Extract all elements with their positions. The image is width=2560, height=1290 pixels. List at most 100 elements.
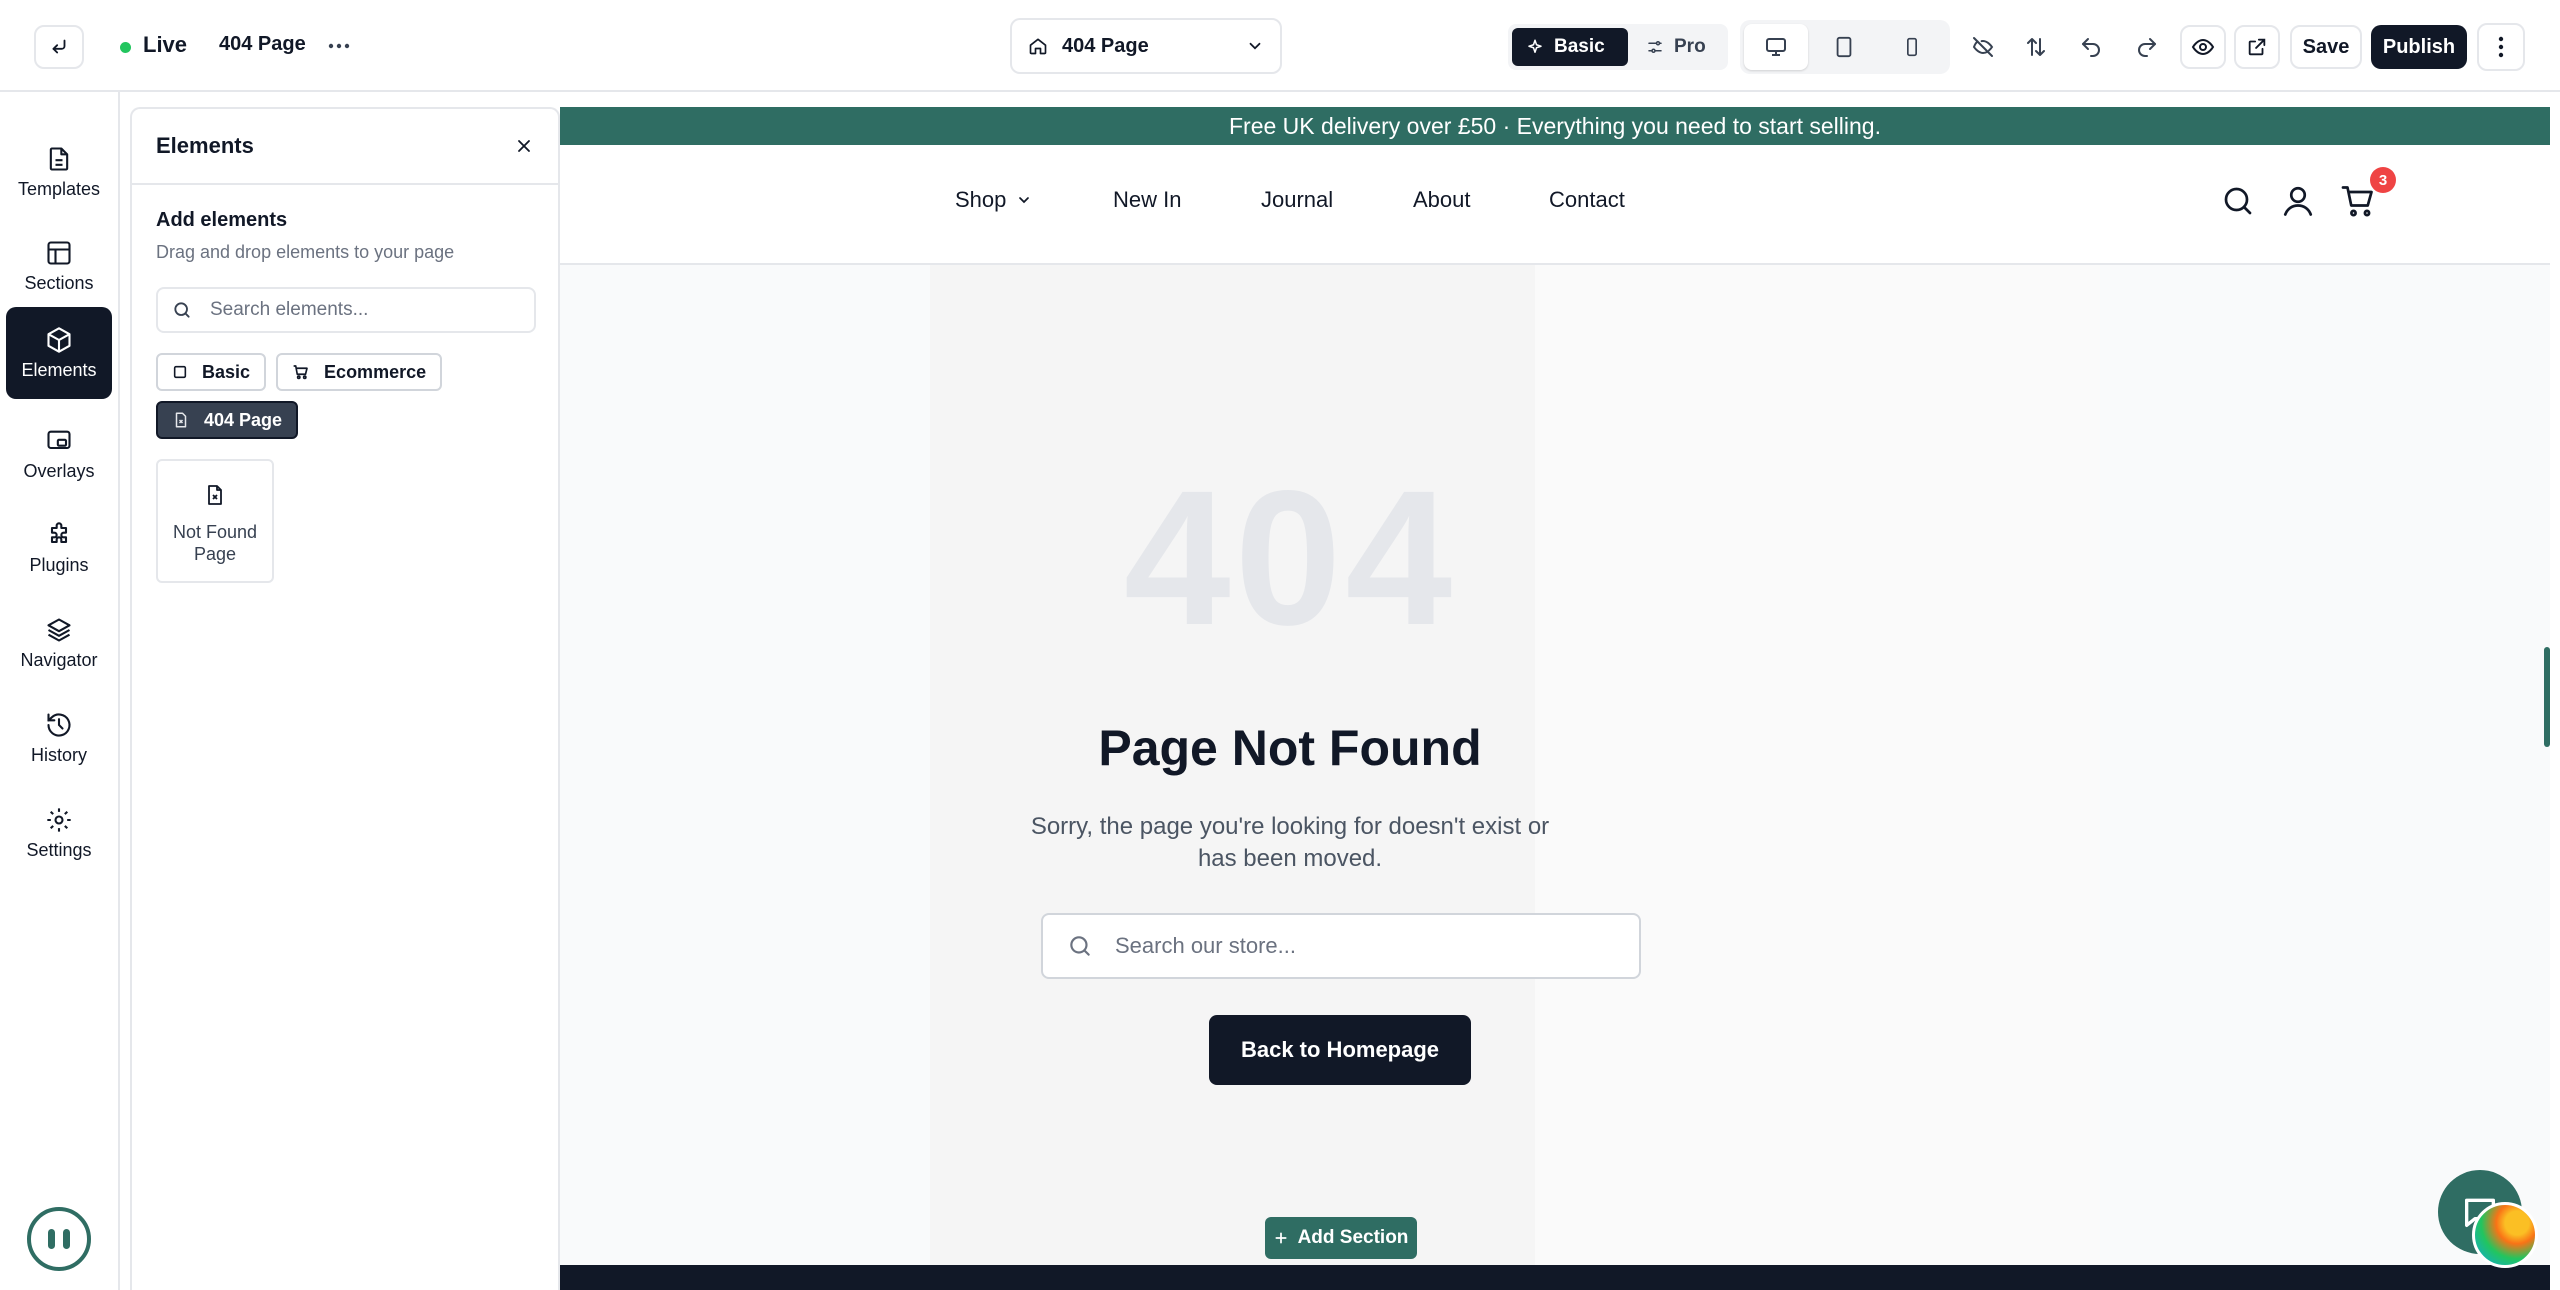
- undo-button[interactable]: [2074, 30, 2108, 64]
- canvas-scrollbar[interactable]: [2544, 647, 2550, 747]
- editor-toolbar: Live 404 Page 404 Page Basic Pro Save Pu…: [0, 0, 2560, 92]
- not-found-subtitle: Sorry, the page you're looking for doesn…: [1030, 813, 1550, 872]
- cube-icon: [47, 326, 71, 353]
- current-page-name: 404 Page: [219, 33, 306, 55]
- sidebar-item-elements[interactable]: Elements: [6, 307, 112, 399]
- sidebar-item-navigator[interactable]: Navigator: [6, 597, 112, 689]
- chip-label: 404 Page: [204, 409, 283, 430]
- element-card-label: Not Found Page: [172, 522, 258, 564]
- sidebar-item-label: Elements: [21, 359, 97, 380]
- store-nav: Shop New In Journal About Contact: [955, 187, 1625, 213]
- page-more-button[interactable]: [326, 32, 352, 60]
- square-icon: [173, 365, 187, 379]
- cart-icon: [2341, 186, 2373, 217]
- preview-button[interactable]: [2180, 25, 2226, 69]
- page-selector-label: 404 Page: [1062, 34, 1149, 57]
- more-vertical-icon: [2498, 36, 2504, 58]
- add-elements-subtitle: Drag and drop elements to your page: [156, 242, 455, 262]
- nav-link-new-in[interactable]: New In: [1113, 187, 1261, 213]
- category-chip-ecommerce[interactable]: Ecommerce: [276, 353, 443, 391]
- assistant-bot-button[interactable]: [27, 1207, 91, 1271]
- nav-link-label: Shop: [955, 187, 1007, 212]
- redo-button[interactable]: [2130, 30, 2164, 64]
- nav-link-contact[interactable]: Contact: [1549, 187, 1625, 213]
- search-icon: [174, 302, 190, 318]
- save-button[interactable]: Save: [2290, 25, 2362, 69]
- header-icons: 3: [2220, 167, 2396, 219]
- mobile-view-button[interactable]: [1880, 24, 1944, 70]
- sidebar-item-history[interactable]: History: [6, 692, 112, 784]
- mode-basic-button[interactable]: Basic: [1512, 28, 1628, 66]
- account-icon[interactable]: [2280, 183, 2316, 219]
- file-icon: [49, 146, 69, 171]
- mode-pro-button[interactable]: Pro: [1632, 28, 1724, 66]
- hide-elements-button[interactable]: [1966, 30, 2000, 64]
- plus-icon: [1275, 1232, 1287, 1244]
- sidebar-item-overlays[interactable]: Overlays: [6, 408, 112, 500]
- reorder-button[interactable]: [2019, 30, 2053, 64]
- home-icon: [1029, 38, 1047, 55]
- puzzle-icon: [50, 521, 68, 543]
- open-live-button[interactable]: [2234, 25, 2280, 69]
- live-status-dot: [120, 42, 131, 53]
- hero-background-right: [1535, 265, 2100, 1290]
- add-section-label: Add Section: [1297, 1227, 1409, 1248]
- sidebar-item-sections[interactable]: Sections: [6, 220, 112, 312]
- elements-search-input[interactable]: Search elements...: [156, 287, 536, 333]
- nav-link-journal[interactable]: Journal: [1261, 187, 1413, 213]
- back-to-homepage-button[interactable]: Back to Homepage: [1209, 1015, 1471, 1085]
- chevron-down-icon: [1019, 197, 1030, 204]
- more-horizontal-icon: [328, 43, 350, 49]
- nav-link-about[interactable]: About: [1413, 187, 1549, 213]
- layout-icon: [47, 240, 71, 265]
- desktop-view-button[interactable]: [1744, 24, 1808, 70]
- bot-eye: [48, 1229, 55, 1249]
- live-status-label: Live: [143, 32, 188, 57]
- publish-button[interactable]: Publish: [2371, 25, 2467, 69]
- store-header: Shop New In Journal About Contact 3: [560, 145, 2550, 265]
- error-code: 404: [1123, 450, 1457, 665]
- sidebar-item-plugins[interactable]: Plugins: [6, 502, 112, 594]
- tablet-view-button[interactable]: [1812, 24, 1876, 70]
- file-x-icon: [208, 485, 222, 505]
- search-icon[interactable]: [2220, 183, 2256, 219]
- eye-icon: [2191, 38, 2215, 56]
- sidebar-item-label: Settings: [26, 839, 92, 860]
- sidebar-item-label: History: [30, 744, 87, 765]
- editor-menu-button[interactable]: [2477, 23, 2525, 71]
- not-found-page-element[interactable]: Not Found Page: [156, 459, 274, 583]
- gear-icon: [47, 807, 71, 832]
- device-preview-toggle: [1740, 20, 1950, 74]
- panel-title: Elements: [156, 133, 254, 158]
- add-elements-title: Add elements: [156, 209, 288, 231]
- sidebar-item-templates[interactable]: Templates: [6, 126, 112, 218]
- file-x-icon: [175, 412, 187, 428]
- desktop-icon: [1766, 38, 1786, 56]
- mobile-icon: [1907, 37, 1917, 57]
- add-section-button[interactable]: Add Section: [1265, 1217, 1417, 1259]
- chevron-down-icon: [1249, 42, 1261, 50]
- store-search-input[interactable]: Search our store...: [1041, 913, 1641, 979]
- hero-background-left: [930, 265, 1535, 1290]
- sparkle-icon: [1528, 39, 1542, 53]
- panel-header: Elements: [132, 109, 558, 185]
- announcement-bar: Free UK delivery over £50 · Everything y…: [560, 107, 2550, 145]
- mode-basic-label: Basic: [1554, 36, 1605, 57]
- nav-link-shop[interactable]: Shop: [955, 187, 1113, 213]
- chip-label: Basic: [202, 361, 251, 382]
- exit-editor-button[interactable]: [34, 25, 84, 69]
- elements-search-placeholder: Search elements...: [210, 299, 369, 320]
- category-chip-404-page[interactable]: 404 Page: [156, 401, 299, 439]
- sidebar-item-label: Plugins: [29, 554, 89, 575]
- eye-off-icon: [1972, 37, 1994, 57]
- close-icon[interactable]: [514, 136, 534, 156]
- support-avatar[interactable]: [2472, 1202, 2538, 1268]
- return-arrow-icon: [52, 39, 66, 54]
- sidebar-item-label: Sections: [24, 272, 94, 293]
- sidebar-item-settings[interactable]: Settings: [6, 787, 112, 879]
- cart-button[interactable]: 3: [2340, 167, 2396, 219]
- category-chip-basic[interactable]: Basic: [156, 353, 267, 391]
- not-found-title: Page Not Found: [1098, 720, 1482, 776]
- page-selector[interactable]: 404 Page: [1010, 18, 1282, 74]
- cart-count-badge: 3: [2370, 167, 2396, 193]
